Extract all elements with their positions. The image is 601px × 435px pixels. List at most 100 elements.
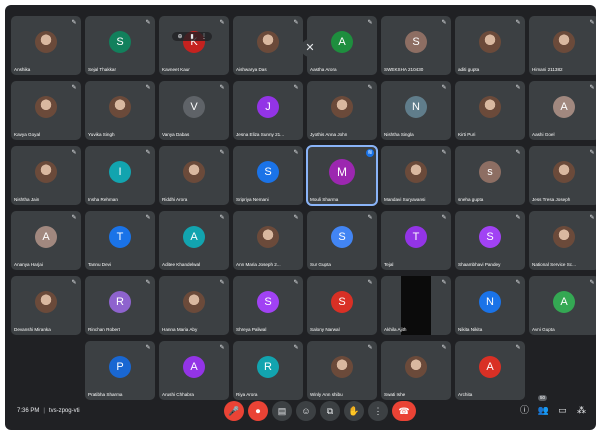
mic-off-icon: ✎ [293, 20, 299, 26]
participant-tile[interactable]: ✎ Nishtha Jain [11, 146, 81, 205]
pin-icon[interactable]: ⊕ [175, 33, 185, 40]
mic-off-icon: ✎ [441, 345, 447, 351]
participant-tile[interactable]: s ✎ sneha gupta [455, 146, 525, 205]
participant-tile[interactable]: ✎ Swati Ishe [381, 341, 451, 400]
participant-tile[interactable]: M ≋ Mouli Sharma [306, 145, 378, 206]
participant-name: SWEKSHA 210430 [384, 67, 424, 72]
mic-off-icon: ✎ [367, 85, 373, 91]
avatar [553, 160, 575, 183]
participant-tile[interactable]: ✎ Akhila Ajith [381, 276, 451, 335]
participant-name: Shaambhavi Pandey [458, 262, 501, 267]
mic-off-icon: ✎ [441, 280, 447, 286]
participant-name: Himani 211382 [532, 67, 563, 72]
captions-button[interactable]: ▤ [272, 401, 292, 421]
raise-hand-button[interactable]: ✋ [344, 401, 364, 421]
participant-tile[interactable]: A ✎ Arushi Chhabra [159, 341, 229, 400]
participant-tile[interactable]: ✎ Yuvika Singh [85, 81, 155, 140]
participant-name: Mouli Sharma [310, 197, 339, 202]
meeting-details-button[interactable]: ⓘ [518, 404, 531, 417]
mute-icon[interactable]: ▮ [187, 33, 197, 40]
participant-tile[interactable]: I ✎ Insha Rehman [85, 146, 155, 205]
tile-hover-controls: ⊕ ▮ ⋮ [172, 32, 212, 41]
participant-tile[interactable]: R ✎ Rinchan Robert [85, 276, 155, 335]
meet-window: ✎ Anshika S ✎ Sejal Thakkar K ⊕ ▮ ⋮ ✎ Kavneet Kaur… [5, 5, 596, 430]
participant-tile[interactable]: K ⊕ ▮ ⋮ ✎ Kavneet Kaur [159, 16, 229, 75]
activities-button[interactable]: ⁂ [575, 404, 588, 417]
participant-name: Nishtha Jain [14, 197, 40, 202]
camera-off-icon: ⏺ [255, 406, 261, 416]
mic-off-icon: ✎ [219, 280, 225, 286]
mic-off-icon: ✎ [145, 150, 151, 156]
participant-tile[interactable]: S ✎ Salony Narwal [307, 276, 377, 335]
participant-tile[interactable]: R ✎ Riya Arora [233, 341, 303, 400]
mic-off-icon: ✎ [145, 280, 151, 286]
mic-off-icon: ✎ [367, 215, 373, 221]
participant-tile[interactable]: ✎ Aishwarya Das [233, 16, 303, 75]
avatar [109, 95, 131, 118]
participant-tile[interactable]: ✎ Mandavi Suryavansi [381, 146, 451, 205]
participant-tile[interactable]: A ✎ Aditee Khandelwal [159, 211, 229, 270]
participant-name: Sejal Thakkar [88, 67, 117, 72]
speaking-icon: ≋ [366, 149, 374, 157]
present-button[interactable]: ⧉ [320, 401, 340, 421]
participant-tile[interactable]: A ✎ Aashi Goel [529, 81, 596, 140]
participant-tile[interactable]: ✎ Jyothis Anna John [307, 81, 377, 140]
avatar: A [553, 290, 575, 313]
participant-tile[interactable]: P ✎ Pratibha Sharma [85, 341, 155, 400]
avatar: J [257, 95, 279, 118]
participant-tile[interactable]: ✎ Ann Maria Joseph 2... [233, 211, 303, 270]
participant-tile[interactable]: ✎ Jess Tresa Joseph [529, 146, 596, 205]
participant-name: Kavneet Kaur [162, 67, 190, 72]
participant-tile[interactable]: T ✎ Tejal [381, 211, 451, 270]
participant-tile[interactable]: ✎ Himani 211382 [529, 16, 596, 75]
avatar: T [109, 225, 131, 248]
participant-tile[interactable]: ✎ Kirti Puri [455, 81, 525, 140]
leave-call-button[interactable]: ☎ [392, 401, 416, 421]
participant-tile[interactable]: ✎ Devanshi Miranka [11, 276, 81, 335]
participant-tile[interactable]: ✎ Riddhi Arora [159, 146, 229, 205]
participant-tile[interactable]: S ✎ Shreya Paliwal [233, 276, 303, 335]
participant-name: Sur Gupta [310, 262, 331, 267]
participant-tile[interactable]: S ✎ Sripriya Nemani [233, 146, 303, 205]
participant-tile[interactable]: A ✎ Avni Gupta [529, 276, 596, 335]
participant-tile[interactable]: ✎ aditi gupta [455, 16, 525, 75]
mic-off-icon: ✎ [293, 280, 299, 286]
avatar: S [331, 225, 353, 248]
participant-tile[interactable]: A ✎ Archita [455, 341, 525, 400]
participant-tile[interactable]: T ✎ Tannu Devi [85, 211, 155, 270]
participant-tile[interactable]: ✎ National Service Sc... [529, 211, 596, 270]
avatar: S [479, 225, 501, 248]
participant-tile[interactable]: ✎ Winly Ann shibu [307, 341, 377, 400]
participant-tile[interactable]: ✎ Kavya Goyal [11, 81, 81, 140]
mic-off-button[interactable]: 🎤 [224, 401, 244, 421]
people-button[interactable]: 👥 50 [537, 395, 550, 417]
empty-tile [11, 341, 81, 400]
chat-button[interactable]: ▭ [556, 404, 569, 417]
participant-tile[interactable]: ✎ Anshika [11, 16, 81, 75]
participant-tile[interactable]: S ✎ Sur Gupta [307, 211, 377, 270]
avatar [35, 95, 57, 118]
avatar [257, 225, 279, 248]
participant-tile[interactable]: S ✎ SWEKSHA 210430 [381, 16, 451, 75]
more-options-button[interactable]: ⋮ [368, 401, 388, 421]
participant-tile[interactable]: N ✎ Nishtha Singla [381, 81, 451, 140]
mic-off-icon: ✎ [219, 85, 225, 91]
participant-tile[interactable]: V ✎ Vanya Dabas [159, 81, 229, 140]
participant-tile[interactable]: J ✎ Jesna Eliza Sunny 21... [233, 81, 303, 140]
emoji-button[interactable]: ☺ [296, 401, 316, 421]
avatar: N [479, 290, 501, 313]
avatar [405, 160, 427, 183]
participant-name: Riddhi Arora [162, 197, 188, 202]
participant-tile[interactable]: ✎ Hanna Maria Aby [159, 276, 229, 335]
participant-tile[interactable]: S ✎ Sejal Thakkar [85, 16, 155, 75]
participant-tile[interactable]: S ✎ Shaambhavi Pandey [455, 211, 525, 270]
participant-tile[interactable]: A ✎ Ananya Harjai [11, 211, 81, 270]
mic-off-icon: ✎ [145, 20, 151, 26]
close-icon[interactable]: ✕ [301, 39, 319, 57]
meeting-info: 7:36 PM | tvs-zpog-vti [17, 408, 80, 414]
camera-off-button[interactable]: ⏺ [248, 401, 268, 421]
participant-tile[interactable]: N ✎ Nikita Nikita [455, 276, 525, 335]
mic-off-icon: ✎ [219, 20, 225, 26]
participant-name: Jess Tresa Joseph [532, 197, 571, 202]
more-vert-icon[interactable]: ⋮ [199, 33, 209, 40]
